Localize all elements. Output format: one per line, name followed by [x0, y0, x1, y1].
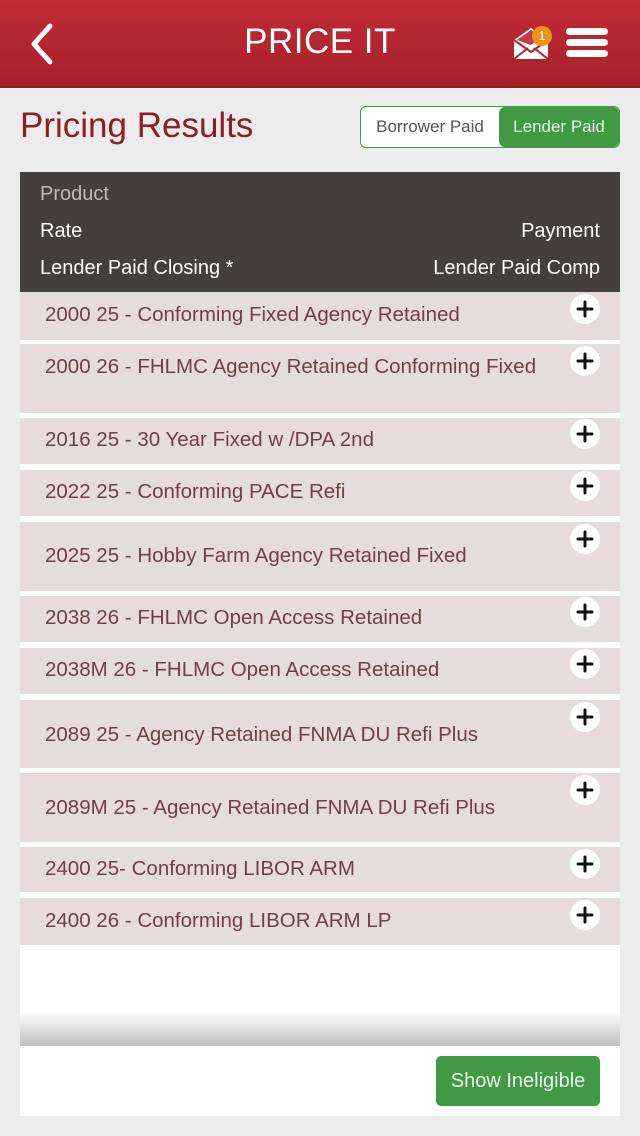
- plus-icon: [576, 781, 594, 799]
- header-lender-paid-comp: Lender Paid Comp: [433, 257, 600, 279]
- header-payment: Payment: [521, 220, 600, 242]
- footer-bar: Show Ineligible: [20, 1046, 620, 1116]
- expand-button[interactable]: [570, 419, 600, 449]
- top-app-bar: PRICE IT 1: [0, 0, 640, 88]
- product-row[interactable]: 2400 26 - Conforming LIBOR ARM LP: [20, 898, 620, 945]
- plus-icon: [576, 300, 594, 318]
- product-row[interactable]: 2000 26 - FHLMC Agency Retained Conformi…: [20, 344, 620, 413]
- messages-button[interactable]: 1: [512, 24, 556, 64]
- borrower-paid-option[interactable]: Borrower Paid: [361, 107, 499, 147]
- product-name: 2000 25 - Conforming Fixed Agency Retain…: [45, 303, 460, 326]
- product-name: 2038M 26 - FHLMC Open Access Retained: [45, 658, 440, 681]
- product-row[interactable]: 2000 25 - Conforming Fixed Agency Retain…: [20, 292, 620, 340]
- menu-bar: [566, 28, 608, 35]
- product-row[interactable]: 2022 25 - Conforming PACE Refi: [20, 470, 620, 516]
- expand-button[interactable]: [570, 294, 600, 324]
- product-row[interactable]: 2016 25 - 30 Year Fixed w /DPA 2nd: [20, 418, 620, 464]
- expand-button[interactable]: [570, 649, 600, 679]
- table-header: Product Rate Payment Lender Paid Closing…: [20, 172, 620, 292]
- plus-icon: [576, 708, 594, 726]
- product-name: 2038 26 - FHLMC Open Access Retained: [45, 606, 423, 629]
- product-name: 2089 25 - Agency Retained FNMA DU Refi P…: [45, 723, 478, 746]
- header-lender-paid-closing: Lender Paid Closing *: [40, 257, 234, 279]
- menu-bar: [566, 39, 608, 46]
- header-product: Product: [40, 183, 109, 205]
- plus-icon: [576, 530, 594, 548]
- expand-button[interactable]: [570, 524, 600, 554]
- plus-icon: [576, 477, 594, 495]
- product-row[interactable]: 2038 26 - FHLMC Open Access Retained: [20, 596, 620, 642]
- show-ineligible-button[interactable]: Show Ineligible: [436, 1056, 600, 1106]
- plus-icon: [576, 906, 594, 924]
- pricing-results-card: Product Rate Payment Lender Paid Closing…: [20, 172, 620, 1116]
- product-row[interactable]: 2025 25 - Hobby Farm Agency Retained Fix…: [20, 522, 620, 591]
- expand-button[interactable]: [570, 775, 600, 805]
- expand-button[interactable]: [570, 702, 600, 732]
- product-name: 2089M 25 - Agency Retained FNMA DU Refi …: [45, 796, 496, 819]
- menu-bar: [566, 50, 608, 57]
- paid-type-toggle: Borrower Paid Lender Paid: [360, 106, 620, 148]
- lender-paid-option[interactable]: Lender Paid: [499, 107, 619, 147]
- expand-button[interactable]: [570, 597, 600, 627]
- expand-button[interactable]: [570, 471, 600, 501]
- plus-icon: [576, 425, 594, 443]
- product-row[interactable]: 2400 25- Conforming LIBOR ARM: [20, 847, 620, 892]
- expand-button[interactable]: [570, 849, 600, 879]
- plus-icon: [576, 655, 594, 673]
- header-rate: Rate: [40, 220, 83, 242]
- menu-button[interactable]: [566, 28, 608, 60]
- plus-icon: [576, 855, 594, 873]
- product-name: 2000 26 - FHLMC Agency Retained Conformi…: [45, 355, 537, 378]
- scroll-shadow: [20, 1012, 620, 1046]
- notification-badge: 1: [532, 26, 552, 46]
- product-name: 2400 25- Conforming LIBOR ARM: [45, 857, 355, 880]
- expand-button[interactable]: [570, 900, 600, 930]
- product-row[interactable]: 2089 25 - Agency Retained FNMA DU Refi P…: [20, 700, 620, 768]
- product-row[interactable]: 2038M 26 - FHLMC Open Access Retained: [20, 648, 620, 694]
- expand-button[interactable]: [570, 346, 600, 376]
- product-name: 2022 25 - Conforming PACE Refi: [45, 480, 346, 503]
- product-name: 2025 25 - Hobby Farm Agency Retained Fix…: [45, 544, 467, 567]
- product-name: 2016 25 - 30 Year Fixed w /DPA 2nd: [45, 428, 374, 451]
- plus-icon: [576, 603, 594, 621]
- product-row[interactable]: 2089M 25 - Agency Retained FNMA DU Refi …: [20, 773, 620, 842]
- page-title: Pricing Results: [20, 106, 254, 145]
- plus-icon: [576, 352, 594, 370]
- product-name: 2400 26 - Conforming LIBOR ARM LP: [45, 909, 392, 932]
